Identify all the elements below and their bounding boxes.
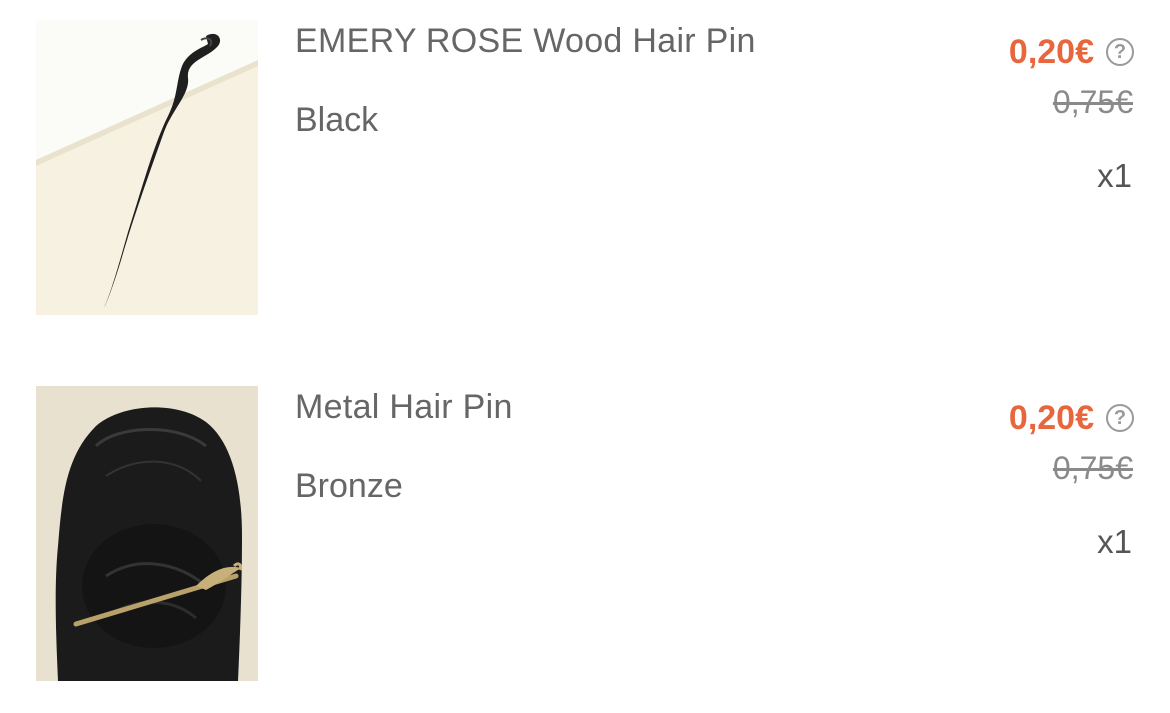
product-variant: Black (295, 101, 379, 139)
sale-price: 0,20€ (1008, 398, 1094, 437)
original-price: 0,75€ (1052, 450, 1133, 486)
sale-price: 0,20€ (1008, 32, 1094, 71)
product-title[interactable]: EMERY ROSE Wood Hair Pin (295, 22, 756, 61)
product-image-wood-hair-pin[interactable] (36, 20, 258, 315)
product-variant: Bronze (295, 467, 403, 505)
price-row: 0,20€ ? (1009, 398, 1134, 438)
product-title[interactable]: Metal Hair Pin (295, 388, 513, 427)
quantity-label: x1 (1097, 157, 1132, 194)
price-row: 0,20€ ? (1009, 32, 1134, 72)
cart-item[interactable]: EMERY ROSE Wood Hair Pin Black 0,20€ ? 0… (0, 20, 1170, 316)
original-price: 0,75€ (1052, 84, 1133, 120)
product-image-metal-hair-pin[interactable] (36, 386, 258, 681)
quantity-label: x1 (1097, 523, 1132, 560)
cart-item-list: EMERY ROSE Wood Hair Pin Black 0,20€ ? 0… (0, 0, 1170, 713)
cart-item[interactable]: Metal Hair Pin Bronze 0,20€ ? 0,75€ x1 (0, 386, 1170, 682)
question-circle-icon[interactable]: ? (1106, 404, 1134, 432)
question-circle-icon[interactable]: ? (1106, 38, 1134, 66)
